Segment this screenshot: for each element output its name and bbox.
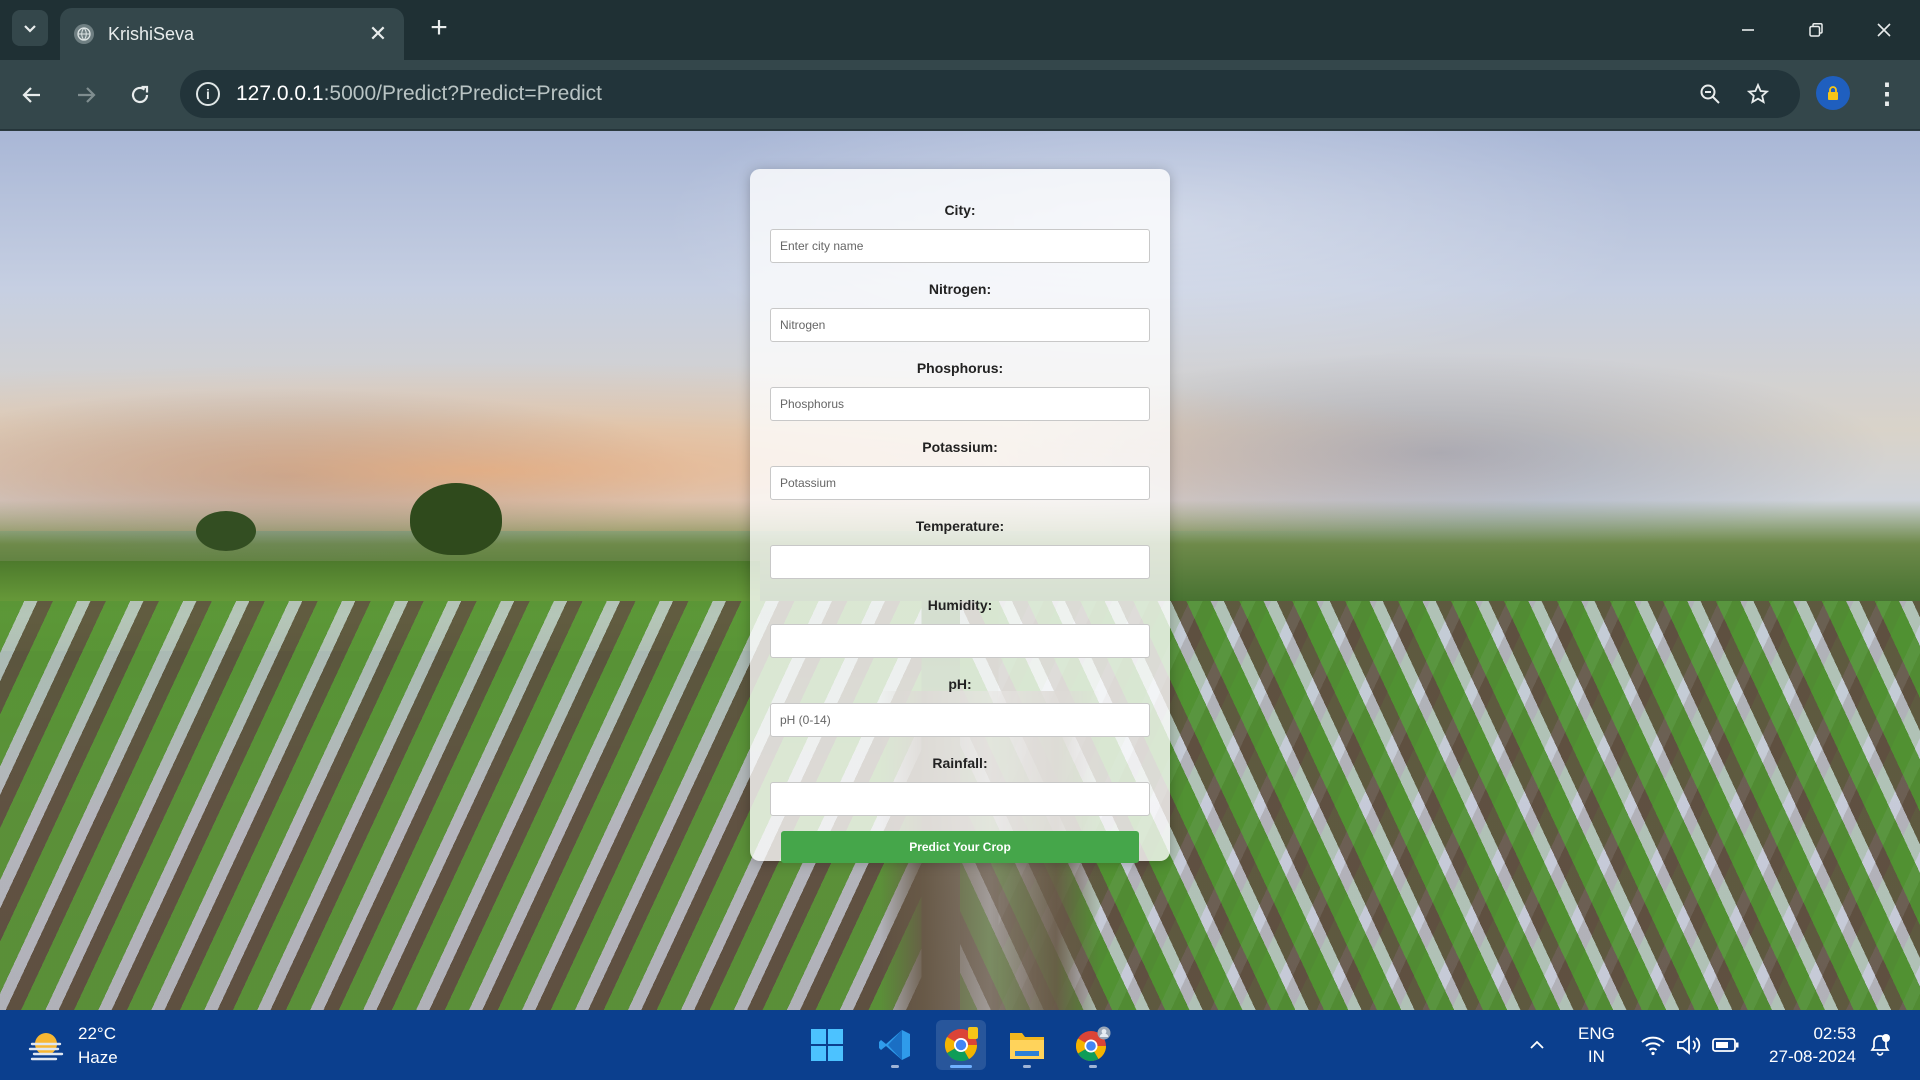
app-running-indicator bbox=[1023, 1065, 1031, 1068]
bookmark-star-icon[interactable] bbox=[1742, 78, 1774, 110]
arrow-left-icon bbox=[22, 87, 40, 103]
phosphorus-label: Phosphorus: bbox=[916, 360, 1004, 376]
vscode-icon bbox=[879, 1030, 910, 1060]
app-running-indicator bbox=[891, 1065, 899, 1068]
city-label: City: bbox=[944, 202, 976, 218]
url-path: :5000/Predict?Predict=Predict bbox=[323, 82, 602, 105]
city-field: City: bbox=[750, 199, 1170, 263]
temperature-field: Temperature: bbox=[750, 515, 1170, 579]
windows-start-icon bbox=[811, 1029, 843, 1061]
crop-prediction-form: City: Nitrogen: Phosphorus: Potassium: T… bbox=[750, 169, 1170, 863]
tab-title: KrishiSeva bbox=[108, 23, 195, 44]
windows-start-button[interactable] bbox=[802, 1020, 852, 1070]
file-explorer-icon bbox=[1010, 1033, 1044, 1059]
clock-date: 27-08-2024 bbox=[1769, 1047, 1856, 1066]
region-code: IN bbox=[1587, 1047, 1605, 1066]
humidity-input[interactable] bbox=[770, 624, 1150, 658]
volume-icon bbox=[1677, 1035, 1701, 1055]
temperature-input[interactable] bbox=[770, 545, 1150, 579]
humidity-field: Humidity: bbox=[750, 594, 1170, 658]
lock-extension-icon[interactable] bbox=[1816, 76, 1850, 110]
tab-search-button[interactable] bbox=[12, 10, 48, 46]
potassium-field: Potassium: bbox=[750, 436, 1170, 500]
system-clock[interactable]: 02:53 27-08-2024 bbox=[1760, 1022, 1856, 1068]
taskbar-chrome-profile[interactable] bbox=[1068, 1020, 1118, 1070]
potassium-input[interactable] bbox=[770, 466, 1150, 500]
app-active-indicator bbox=[950, 1065, 972, 1068]
zoom-icon[interactable] bbox=[1694, 78, 1726, 110]
chevron-down-icon bbox=[24, 25, 36, 33]
network-status-button[interactable] bbox=[1640, 1010, 1666, 1080]
input-language-indicator[interactable]: ENG IN bbox=[1578, 1022, 1615, 1068]
taskbar-vscode[interactable] bbox=[870, 1020, 920, 1070]
nitrogen-field: Nitrogen: bbox=[750, 278, 1170, 342]
background-tree bbox=[196, 511, 256, 551]
potassium-label: Potassium: bbox=[922, 439, 998, 455]
minimize-icon bbox=[1742, 29, 1754, 31]
rainfall-label: Rainfall: bbox=[932, 755, 988, 771]
taskbar-chrome[interactable] bbox=[936, 1020, 986, 1070]
predict-crop-button[interactable]: Predict Your Crop bbox=[781, 831, 1139, 863]
chrome-profile-icon bbox=[1075, 1026, 1111, 1062]
phosphorus-field: Phosphorus: bbox=[750, 357, 1170, 421]
restore-icon bbox=[1809, 23, 1823, 37]
show-hidden-icons-button[interactable] bbox=[1528, 1010, 1546, 1080]
notification-bell-icon bbox=[1870, 1034, 1890, 1056]
tab-close-icon[interactable]: ✕ bbox=[366, 21, 390, 47]
restore-button[interactable] bbox=[1796, 10, 1836, 50]
reload-button[interactable] bbox=[120, 75, 160, 115]
city-input[interactable] bbox=[770, 229, 1150, 263]
browser-tab[interactable]: KrishiSeva ✕ bbox=[60, 8, 404, 60]
battery-button[interactable] bbox=[1712, 1010, 1740, 1080]
wifi-icon bbox=[1641, 1036, 1665, 1056]
weather-widget[interactable]: 22°C Haze bbox=[26, 1022, 118, 1070]
app-running-indicator bbox=[1089, 1065, 1097, 1068]
site-info-icon[interactable]: i bbox=[196, 82, 220, 106]
weather-temperature: 22°C bbox=[78, 1024, 116, 1043]
volume-button[interactable] bbox=[1676, 1010, 1702, 1080]
address-bar[interactable]: i 127.0.0.1:5000/Predict?Predict=Predict bbox=[180, 70, 1800, 118]
browser-menu-icon[interactable]: ⋮ bbox=[1872, 75, 1902, 115]
globe-icon bbox=[74, 24, 94, 44]
battery-icon bbox=[1712, 1038, 1739, 1052]
humidity-label: Humidity: bbox=[927, 597, 993, 613]
windows-taskbar: 22°C Haze ENG IN 02:53 27-08-2024 bbox=[0, 1010, 1920, 1080]
nitrogen-input[interactable] bbox=[770, 308, 1150, 342]
haze-sun-icon bbox=[26, 1028, 66, 1064]
taskbar-file-explorer[interactable] bbox=[1002, 1020, 1052, 1070]
forward-button[interactable] bbox=[66, 75, 106, 115]
ph-field: pH: bbox=[750, 673, 1170, 737]
chrome-icon bbox=[944, 1027, 978, 1062]
new-tab-button[interactable]: + bbox=[424, 13, 454, 44]
background-tree bbox=[410, 483, 502, 555]
rainfall-input[interactable] bbox=[770, 782, 1150, 816]
clock-time: 02:53 bbox=[1813, 1024, 1856, 1043]
weather-description: Haze bbox=[78, 1048, 118, 1067]
rainfall-field: Rainfall: bbox=[750, 752, 1170, 816]
url-host: 127.0.0.1 bbox=[236, 82, 324, 105]
arrow-right-icon bbox=[78, 87, 96, 103]
close-icon bbox=[1877, 23, 1891, 37]
reload-icon bbox=[131, 85, 149, 104]
ph-label: pH: bbox=[948, 676, 972, 692]
notifications-button[interactable] bbox=[1868, 1010, 1892, 1080]
chevron-up-icon bbox=[1530, 1040, 1544, 1049]
language-code: ENG bbox=[1578, 1024, 1615, 1043]
phosphorus-input[interactable] bbox=[770, 387, 1150, 421]
temperature-label: Temperature: bbox=[915, 518, 1005, 534]
page-viewport: City: Nitrogen: Phosphorus: Potassium: T… bbox=[0, 131, 1920, 1010]
ph-input[interactable] bbox=[770, 703, 1150, 737]
minimize-button[interactable] bbox=[1728, 10, 1768, 50]
back-button[interactable] bbox=[12, 75, 52, 115]
close-window-button[interactable] bbox=[1864, 10, 1904, 50]
nitrogen-label: Nitrogen: bbox=[928, 281, 992, 297]
browser-tab-strip: KrishiSeva ✕ + bbox=[0, 0, 1920, 60]
browser-toolbar: i 127.0.0.1:5000/Predict?Predict=Predict… bbox=[0, 60, 1920, 130]
